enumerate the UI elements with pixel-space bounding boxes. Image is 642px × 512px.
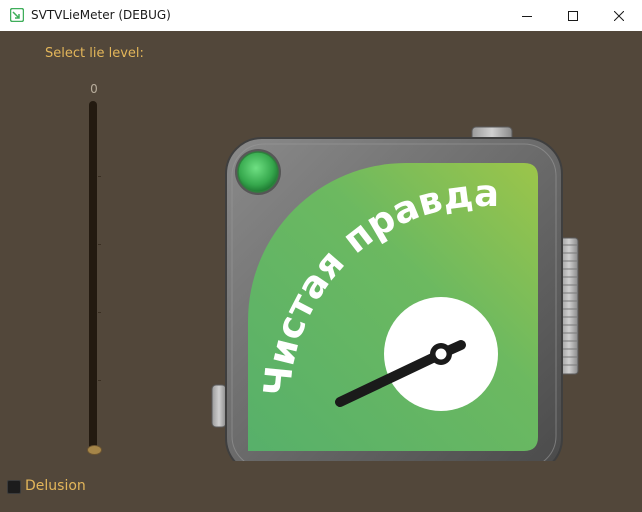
lie-meter-gauge: Чистая правда xyxy=(211,126,579,461)
delusion-label[interactable]: Delusion xyxy=(25,478,86,494)
slider-tick xyxy=(98,380,101,381)
slider-tick xyxy=(98,312,101,313)
lie-level-label: Select lie level: xyxy=(45,46,144,61)
slider-value: 0 xyxy=(90,82,98,96)
window-titlebar[interactable]: SVTVLieMeter (DEBUG) xyxy=(0,0,642,32)
left-button xyxy=(211,384,227,428)
slider-tick xyxy=(98,176,101,177)
slider-track[interactable] xyxy=(89,101,97,453)
minimize-button[interactable] xyxy=(504,0,550,31)
status-led-indicator xyxy=(237,151,279,193)
close-icon xyxy=(614,10,624,21)
slider-handle[interactable] xyxy=(87,445,102,455)
maximize-icon xyxy=(568,10,578,21)
minimize-icon xyxy=(522,15,532,17)
main-content: Select lie level: 0 Delusion Чистая прав… xyxy=(0,31,642,512)
close-button[interactable] xyxy=(596,0,642,31)
app-icon xyxy=(10,8,24,22)
slider-tick xyxy=(98,244,101,245)
window-title: SVTVLieMeter (DEBUG) xyxy=(31,8,171,22)
delusion-checkbox[interactable] xyxy=(7,480,21,494)
needle-hub-center xyxy=(435,348,447,360)
maximize-button[interactable] xyxy=(550,0,596,31)
